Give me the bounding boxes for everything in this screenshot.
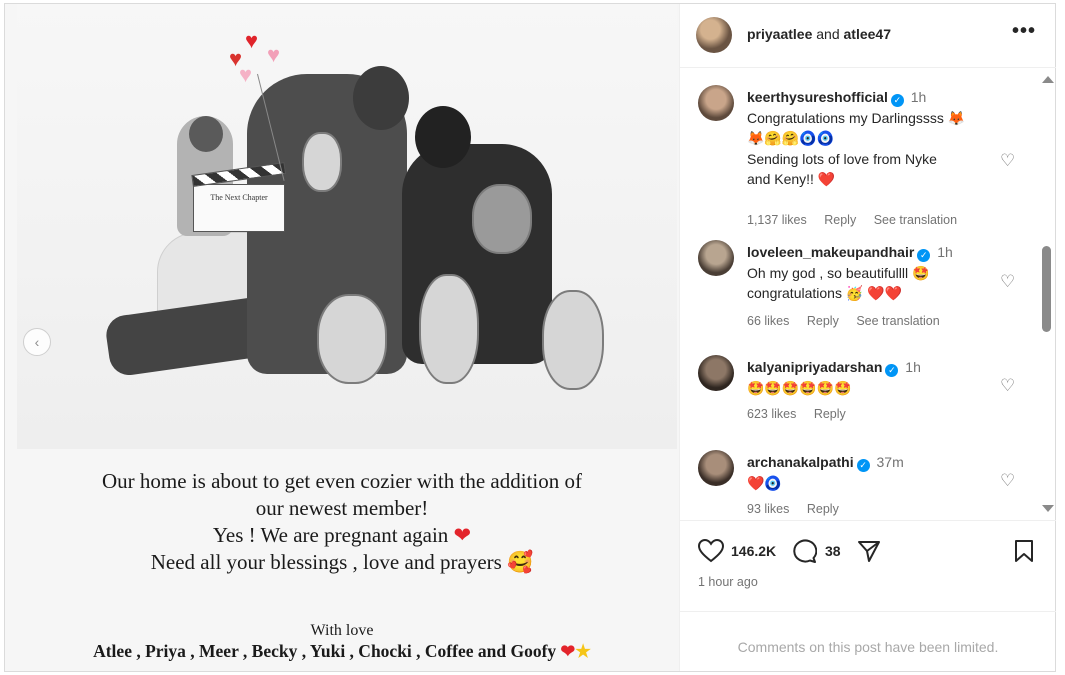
chevron-left-icon: ‹ [34,334,40,350]
author-link[interactable]: atlee47 [844,26,891,42]
woman-head [353,66,409,130]
comment-text: and Keny!! ❤️ [747,171,836,187]
share-paper-plane-icon[interactable] [857,539,881,563]
comment-text: 🦊🤗🤗🧿🧿 [747,130,835,146]
smiling-hearts-icon: 🥰 [507,550,534,574]
family-names: Atlee , Priya , Meer , Becky , Yuki , Ch… [93,641,557,661]
scrollbar-thumb[interactable] [1042,246,1051,332]
likes-count[interactable]: 146.2K [731,543,776,559]
dog-shihtzu [419,274,479,384]
reply-button[interactable]: Reply [807,314,839,328]
comment-likes[interactable]: 93 likes [747,502,789,516]
like-comment-heart-icon[interactable]: ♡ [1000,376,1015,396]
comment-username[interactable]: keerthysureshofficial [747,89,888,105]
caption-line: Need all your blessings , love and praye… [150,550,502,574]
comment-time[interactable]: 1h [911,89,927,105]
verified-badge-icon: ✓ [856,459,870,472]
comment-meta: 623 likes Reply [747,407,860,421]
comments-list: keerthysureshofficial ✓ 1h Congratulation… [680,70,1040,520]
comment-username[interactable]: loveleen_makeupandhair [747,244,914,260]
comment-text: ❤️🧿 [747,474,782,491]
comment-text: Oh my god , so beautifullll 🤩 [747,264,930,281]
comment-username[interactable]: kalyanipriyadarshan [747,359,882,375]
author-link[interactable]: priyaatlee [747,26,812,42]
see-translation-link[interactable]: See translation [856,314,939,328]
comment-username[interactable]: archanakalpathi [747,454,854,470]
avatar[interactable] [698,240,734,276]
man-head [415,106,471,168]
comment-body: keerthysureshofficial ✓ 1h Congratulation… [747,87,997,190]
scroll-up-arrow-icon[interactable] [1042,76,1054,83]
comment-meta: 93 likes Reply [747,502,853,516]
like-comment-heart-icon[interactable]: ♡ [1000,151,1015,171]
post-header: priyaatlee and atlee47 ••• [680,4,1056,68]
heart-balloon-icon: ♥ [267,42,281,67]
red-heart-icon: ❤ [453,523,472,547]
posted-time[interactable]: 1 hour ago [698,575,758,589]
heart-balloon-icon: ♥ [245,28,259,53]
comment-body: kalyanipriyadarshan ✓ 1h 🤩🤩🤩🤩🤩🤩 [747,357,997,398]
like-comment-heart-icon[interactable]: ♡ [1000,272,1015,292]
avatar[interactable] [698,355,734,391]
comment-likes[interactable]: 66 likes [747,314,789,328]
comment-likes[interactable]: 623 likes [747,407,796,421]
reply-button[interactable]: Reply [824,213,856,227]
comment-meta: 66 likes Reply See translation [747,314,954,328]
dog-shihtzu [317,294,387,384]
comments-limited-notice: Comments on this post have been limited. [680,611,1056,671]
caption-line: Yes ! We are pregnant again [212,523,449,547]
like-comment-heart-icon[interactable]: ♡ [1000,471,1015,491]
comment-body: loveleen_makeupandhair ✓ 1h Oh my god , s… [747,242,997,304]
comments-count[interactable]: 38 [825,543,841,559]
reply-button[interactable]: Reply [807,502,839,516]
comment-text: 🤩🤩🤩🤩🤩🤩 [747,379,852,396]
heart-balloon-icon: ♥ [239,62,253,87]
comment-text: congratulations 🥳 ❤️❤️ [747,285,903,301]
comment-text: Sending lots of love from Nyke [747,150,937,167]
and-text: and [816,26,840,42]
reply-button[interactable]: Reply [814,407,846,421]
dog-poodle [472,184,532,254]
post-media: The Next Chapter ♥ ♥ ♥ ♥ ‹ Our home is a… [5,4,679,671]
dog-yorkie [302,132,342,192]
names-row: Atlee , Priya , Meer , Becky , Yuki , Ch… [5,638,679,665]
comments-scrollbar[interactable] [1040,72,1054,516]
more-options-icon[interactable]: ••• [1012,20,1036,43]
post-authors: priyaatlee and atlee47 [747,26,891,42]
star-icon: ★ [575,641,591,661]
comment-meta: 1,137 likes Reply See translation [747,213,971,227]
see-translation-link[interactable]: See translation [874,213,957,227]
comment-likes[interactable]: 1,137 likes [747,213,807,227]
verified-badge-icon: ✓ [890,94,904,107]
clapboard: The Next Chapter [193,184,285,232]
caption-line: our newest member! [255,496,429,520]
avatar[interactable] [698,450,734,486]
comment-time[interactable]: 1h [937,244,953,260]
like-heart-icon[interactable] [698,539,724,563]
previous-slide-button[interactable]: ‹ [23,328,51,356]
comment-bubble-icon[interactable] [791,539,817,563]
save-bookmark-icon[interactable] [1013,539,1035,563]
family-photo: The Next Chapter ♥ ♥ ♥ ♥ [17,4,677,449]
comment-body: archanakalpathi ✓ 37m ❤️🧿 [747,452,997,493]
verified-badge-icon: ✓ [917,249,931,262]
avatar[interactable] [696,17,732,53]
comment-time[interactable]: 37m [877,454,904,470]
post-actions-bar: 146.2K 38 1 hour ago [680,520,1056,610]
caption-line-row: Need all your blessings , love and praye… [5,549,679,576]
comment-text: Congratulations my Darlingssss 🦊 [747,109,966,126]
avatar[interactable] [698,85,734,121]
child-head [189,116,223,152]
caption-line-row: Yes ! We are pregnant again ❤ [5,522,679,549]
caption-line: Our home is about to get even cozier wit… [102,469,582,493]
clapboard-text: The Next Chapter [210,193,268,202]
verified-badge-icon: ✓ [885,364,899,377]
comment-time[interactable]: 1h [905,359,921,375]
red-heart-icon: ❤ [560,641,576,661]
scroll-down-arrow-icon[interactable] [1042,505,1054,512]
dog-shihtzu [542,290,604,390]
